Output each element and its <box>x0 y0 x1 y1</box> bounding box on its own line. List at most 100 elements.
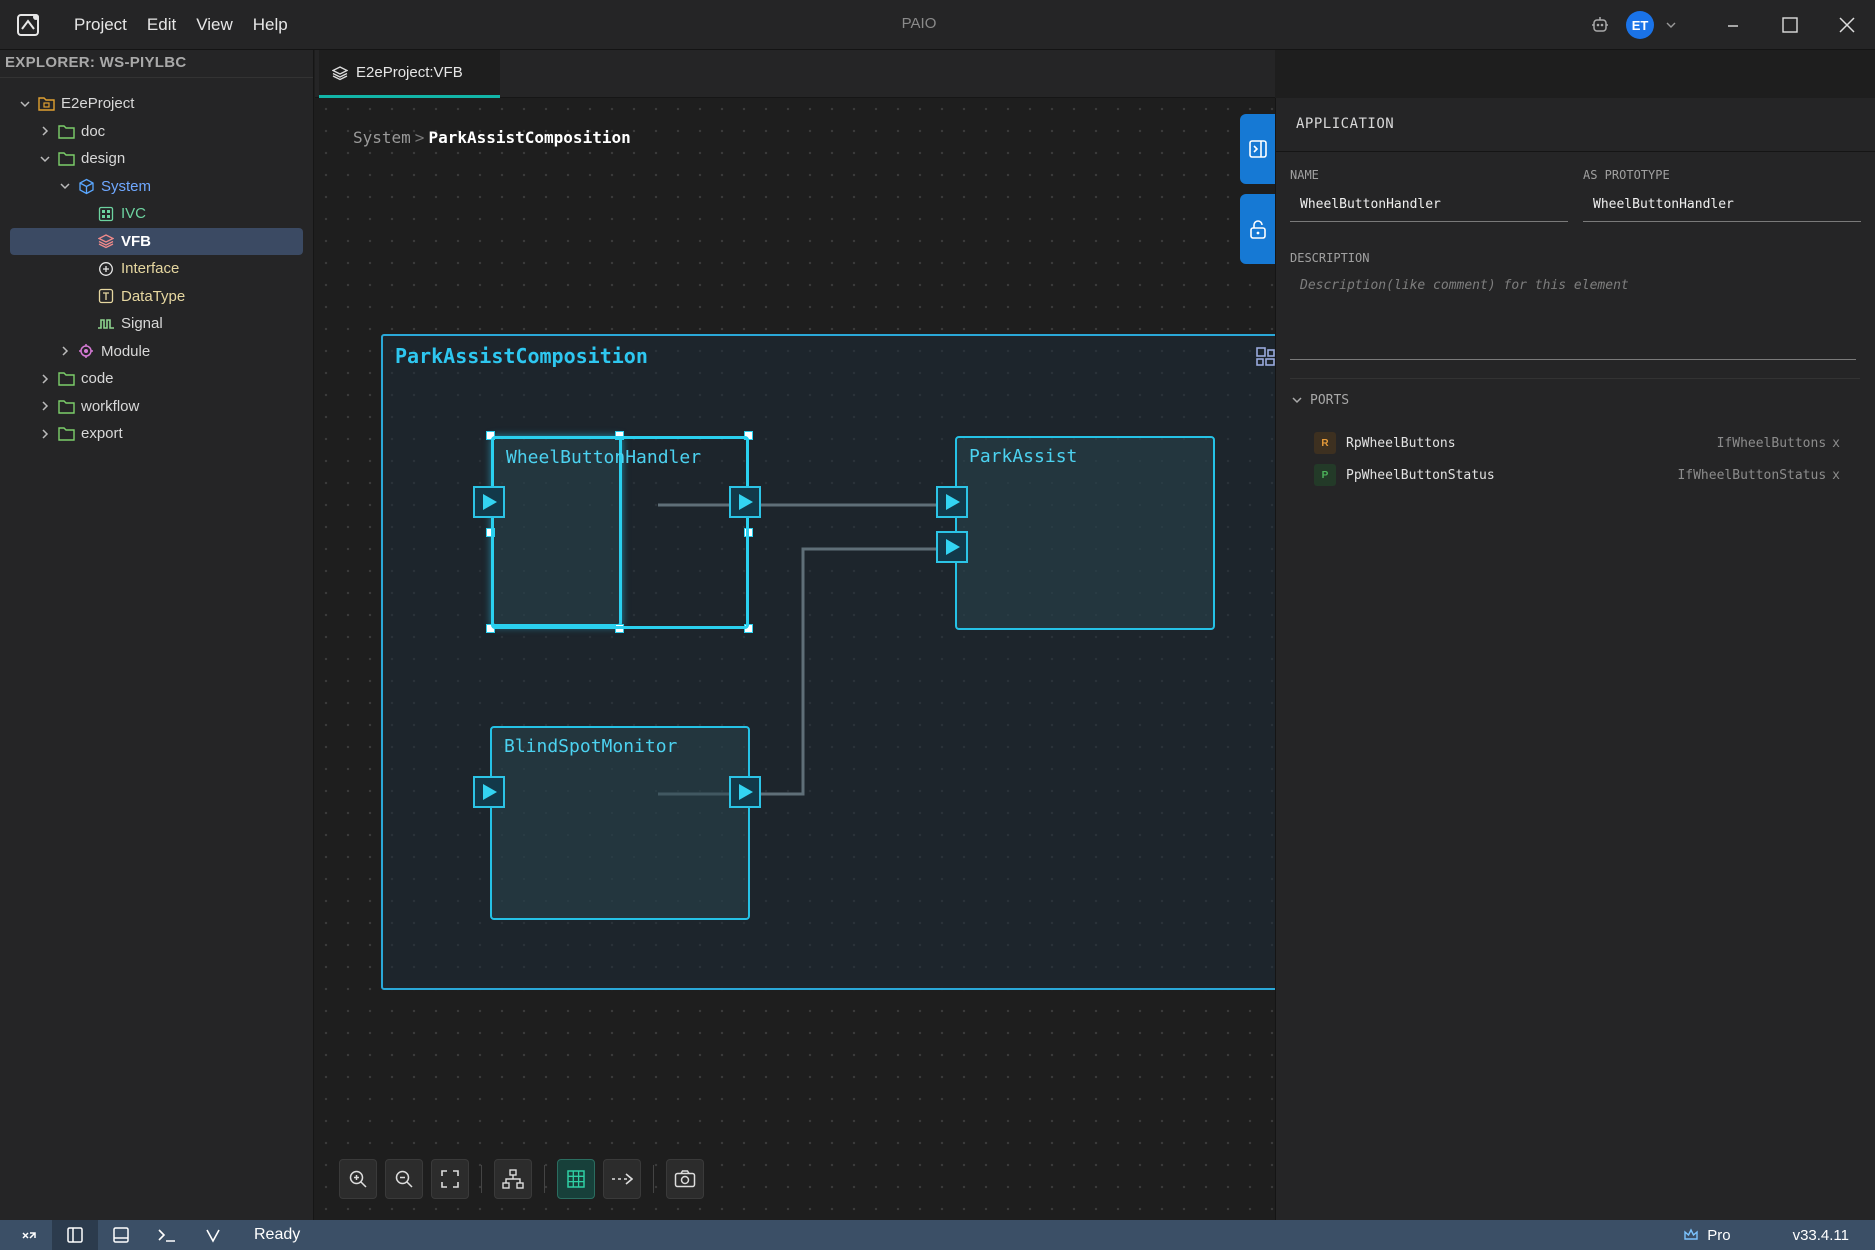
chevron-right-icon[interactable] <box>37 123 53 139</box>
menu-help[interactable]: Help <box>243 0 298 50</box>
play-icon <box>739 494 753 510</box>
robot-icon <box>1592 17 1608 32</box>
tree-item-signal[interactable]: Signal <box>0 310 313 338</box>
tree-item-code[interactable]: code <box>0 365 313 393</box>
chevron-down-icon[interactable] <box>17 96 33 112</box>
properties-panel: APPLICATION NAME AS PROTOTYPE DESCRIPTIO… <box>1275 98 1875 1220</box>
auto-layout-button[interactable] <box>494 1159 532 1199</box>
connector-style-button[interactable] <box>603 1159 641 1199</box>
description-label: DESCRIPTION <box>1290 251 1370 265</box>
diagram-canvas[interactable]: System > ParkAssistComposition ParkAssistC… <box>315 98 1275 1220</box>
tree-item-label: E2eProject <box>61 95 135 113</box>
toggle-sidebar-button[interactable] <box>52 1220 98 1250</box>
chevron-down-icon[interactable] <box>37 151 53 167</box>
toolbar-divider <box>653 1165 654 1193</box>
terminal-button[interactable] <box>144 1220 190 1250</box>
component-name: ParkAssist <box>969 446 1078 467</box>
tab-label: E2eProject:VFB <box>356 64 463 81</box>
remove-port-button[interactable]: x <box>1832 436 1840 451</box>
auto-layout-icon <box>502 1169 524 1189</box>
tree-item-label: System <box>101 177 152 195</box>
zoom-in-icon <box>349 1170 367 1188</box>
avatar: ET <box>1626 11 1654 39</box>
statusbar-right: Pro v33.4.11 <box>1683 1220 1849 1250</box>
status-bar: Ready Pro v33.4.11 <box>0 1220 1875 1250</box>
remove-port-button[interactable]: x <box>1832 468 1840 483</box>
crown-icon <box>1684 1228 1698 1240</box>
tree-item-ivc[interactable]: IVC <box>0 200 313 228</box>
zoom-in-button[interactable] <box>339 1159 377 1199</box>
tree-item-vfb[interactable]: VFB <box>10 227 303 255</box>
screenshot-button[interactable] <box>666 1159 704 1199</box>
grid-toggle-icon <box>567 1170 585 1188</box>
port-pa-in-2[interactable] <box>936 531 968 563</box>
side-tab-strip <box>1240 114 1276 274</box>
tree-item-doc[interactable]: doc <box>0 118 313 146</box>
version-control-button[interactable] <box>190 1220 236 1250</box>
user-avatar-button[interactable]: ET <box>1620 0 1660 50</box>
chevron-right-icon[interactable] <box>37 371 53 387</box>
account-menu-button[interactable] <box>1660 0 1682 50</box>
component-blindspotmonitor[interactable]: BlindSpotMonitor <box>490 726 750 920</box>
remote-button[interactable] <box>6 1220 52 1250</box>
close-button[interactable] <box>1818 0 1875 50</box>
tree-item-label: code <box>81 370 114 388</box>
collapse-panel-button[interactable] <box>1240 114 1276 184</box>
folder-icon <box>57 150 75 168</box>
chevron-down-icon <box>1292 397 1302 404</box>
port-pa-in-1[interactable] <box>936 486 968 518</box>
play-icon <box>946 539 960 555</box>
minimize-button[interactable] <box>1704 0 1761 50</box>
menu-view[interactable]: View <box>186 0 243 50</box>
app-logo-icon[interactable] <box>14 11 42 39</box>
description-textarea[interactable] <box>1290 274 1856 360</box>
folder-icon <box>57 425 75 443</box>
tree-item-label: IVC <box>121 205 147 223</box>
tree-item-export[interactable]: export <box>0 420 313 448</box>
toggle-panel-button[interactable] <box>98 1220 144 1250</box>
grid-toggle-button[interactable] <box>557 1159 595 1199</box>
port-interface[interactable]: IfWheelButtons <box>1717 436 1827 451</box>
grid-icon <box>97 205 115 223</box>
ports-label: PORTS <box>1310 392 1350 408</box>
port-wbh-out[interactable] <box>729 486 761 518</box>
port-bsm-in[interactable] <box>473 776 505 808</box>
tab-e2eproject-vfb[interactable]: E2eProject:VFB <box>319 50 500 98</box>
tree-item-datatype[interactable]: DataType <box>0 283 313 311</box>
port-row[interactable]: R RpWheelButtons IfWheelButtons x <box>1290 427 1860 459</box>
title-bar: Project Edit View Help PAIO ET <box>0 0 1875 50</box>
menu-project[interactable]: Project <box>64 0 137 50</box>
menu-edit[interactable]: Edit <box>137 0 186 50</box>
prototype-input[interactable] <box>1583 188 1861 222</box>
ai-assistant-button[interactable] <box>1580 0 1620 50</box>
chevron-down-icon[interactable] <box>57 178 73 194</box>
tree-item-design[interactable]: design <box>0 145 313 173</box>
tree-item-module[interactable]: Module <box>0 338 313 366</box>
port-row[interactable]: P PpWheelButtonStatus IfWheelButtonStatu… <box>1290 459 1860 491</box>
terminal-icon <box>158 1229 175 1242</box>
tree-item-workflow[interactable]: workflow <box>0 393 313 421</box>
zoom-out-button[interactable] <box>385 1159 423 1199</box>
lock-toggle-button[interactable] <box>1240 194 1276 264</box>
port-wbh-in[interactable] <box>473 486 505 518</box>
name-input[interactable] <box>1290 188 1568 222</box>
tree-item-label: Signal <box>121 315 163 333</box>
fit-view-button[interactable] <box>431 1159 469 1199</box>
layers-icon <box>97 232 115 250</box>
tree-item-system[interactable]: System <box>0 173 313 201</box>
prototype-label: AS PROTOTYPE <box>1583 168 1670 182</box>
tree-item-e2eproject[interactable]: E2eProject <box>0 90 313 118</box>
unlock-icon <box>1250 220 1266 239</box>
chevron-right-icon[interactable] <box>37 398 53 414</box>
chevron-right-icon[interactable] <box>37 426 53 442</box>
component-parkassist[interactable]: ParkAssist <box>955 436 1215 630</box>
edition-label[interactable]: Pro <box>1707 1227 1730 1244</box>
maximize-button[interactable] <box>1761 0 1818 50</box>
explorer-tree: E2eProject doc design System IVC VFB Int… <box>0 90 313 448</box>
tree-item-interface[interactable]: Interface <box>0 255 313 283</box>
chevron-right-icon[interactable] <box>57 343 73 359</box>
port-interface[interactable]: IfWheelButtonStatus <box>1677 468 1826 483</box>
properties-header: APPLICATION <box>1276 98 1875 152</box>
port-bsm-out[interactable] <box>729 776 761 808</box>
ports-toggle[interactable]: PORTS <box>1290 389 1860 411</box>
